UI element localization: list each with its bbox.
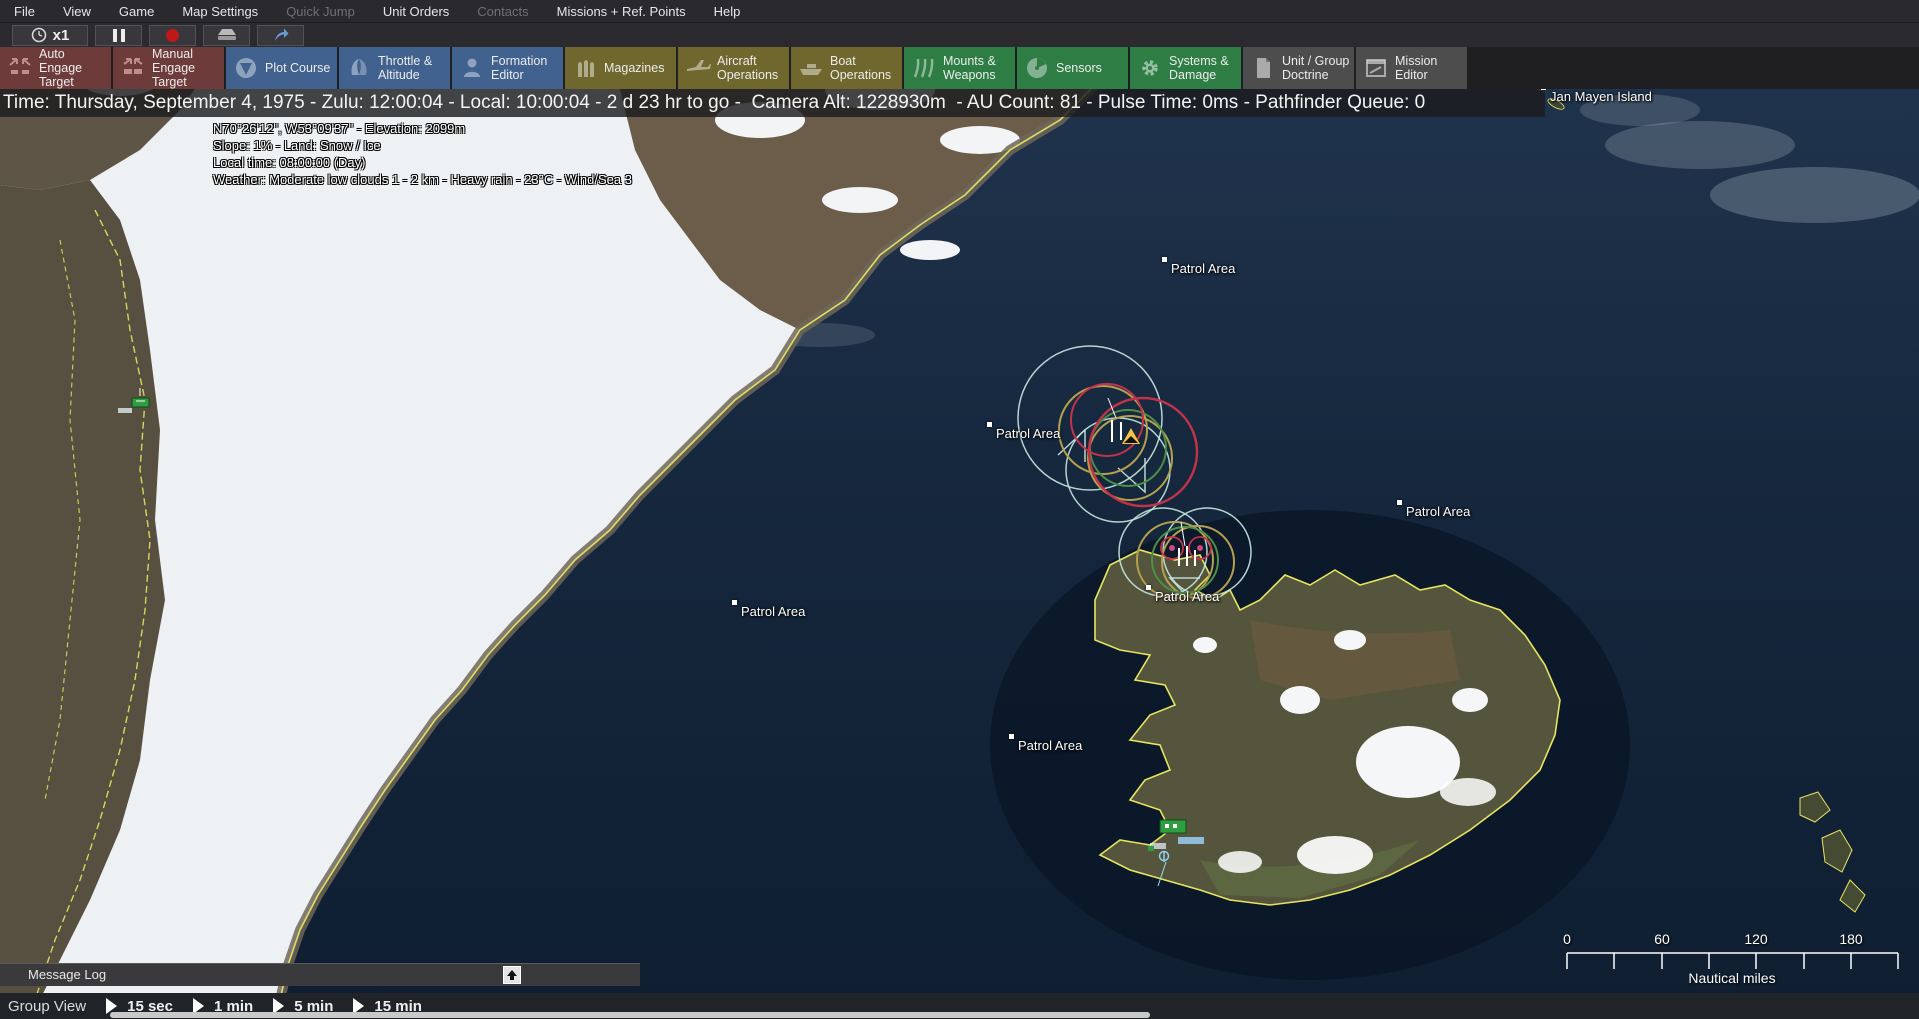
menu-map-settings[interactable]: Map Settings — [168, 0, 272, 23]
scale-tick-label-60: 60 — [1654, 931, 1670, 947]
button-label: Target — [39, 75, 111, 89]
map-label-patrol-area-2[interactable]: Patrol Area — [996, 426, 1060, 441]
button-label: Mounts & — [943, 54, 996, 68]
map-label-patrol-area-1[interactable]: Patrol Area — [1171, 261, 1235, 276]
button-label: Editor — [1395, 68, 1437, 82]
throttle-altitude-button[interactable]: Throttle &Altitude — [339, 47, 450, 89]
button-label: Doctrine — [1282, 68, 1349, 82]
sensors-icon — [1024, 55, 1050, 81]
pause-icon — [113, 29, 125, 42]
button-label: Unit / Group — [1282, 54, 1349, 68]
button-label: Throttle & — [378, 54, 432, 68]
speed-label: x1 — [53, 27, 70, 44]
expand-up-icon — [506, 969, 518, 981]
game-window: Jan Mayen Island Patrol Area Patrol Area… — [0, 0, 1919, 1019]
plot-course-button[interactable]: Plot Course — [226, 47, 337, 89]
mission-editor-icon — [1363, 55, 1389, 81]
button-label: Manual — [152, 47, 224, 61]
menu-contacts: Contacts — [463, 0, 542, 23]
jump-to-button[interactable] — [257, 25, 304, 46]
unit-group-doctrine-button[interactable]: Unit / GroupDoctrine — [1243, 47, 1354, 89]
record-icon — [166, 29, 179, 42]
button-label: Editor — [491, 68, 547, 82]
button-label: Sensors — [1056, 61, 1102, 75]
scale-tick-label-180: 180 — [1839, 931, 1862, 947]
button-label: Systems & — [1169, 54, 1229, 68]
cursor-weather: Weather: Moderate low clouds 1 - 2 km - … — [213, 171, 632, 188]
sensors-button[interactable]: Sensors — [1017, 47, 1128, 89]
button-label: Damage — [1169, 68, 1229, 82]
time-status-bar: Time: Thursday, September 4, 1975 - Zulu… — [0, 88, 1545, 117]
manual-engage-target-button[interactable]: ManualEngage Target — [113, 47, 224, 89]
boat-operations-button[interactable]: BoatOperations — [791, 47, 902, 89]
cursor-local-time: Local time: 08:00:00 (Day) — [213, 154, 632, 171]
cursor-coordinates: N70°26'12", W53°09'37" - Elevation: 2099… — [213, 120, 632, 137]
button-label: Auto Engage — [39, 47, 111, 75]
group-view-toggle[interactable]: Group View — [8, 998, 86, 1015]
ribbon-toolbar: Auto EngageTarget ManualEngage Target Pl… — [0, 47, 1919, 89]
pause-button[interactable] — [95, 25, 142, 46]
jump-arrow-icon — [273, 27, 289, 43]
map-label-patrol-area-5[interactable]: Patrol Area — [741, 604, 805, 619]
map-label-patrol-area-3[interactable]: Patrol Area — [1406, 504, 1470, 519]
menu-game[interactable]: Game — [105, 0, 168, 23]
cursor-terrain-info: N70°26'12", W53°09'37" - Elevation: 2099… — [213, 120, 632, 188]
plot-course-icon — [233, 55, 259, 81]
clock-icon — [31, 27, 47, 43]
auto-engage-target-button[interactable]: Auto EngageTarget — [0, 47, 111, 89]
button-label: Altitude — [378, 68, 432, 82]
map-label-patrol-area-4[interactable]: Patrol Area — [1155, 589, 1219, 604]
unit-doctrine-icon — [1250, 55, 1276, 81]
screenshot-button[interactable] — [203, 25, 250, 46]
horizontal-scrollbar[interactable] — [110, 1012, 1150, 1018]
formation-editor-icon — [459, 55, 485, 81]
scale-tick-label-120: 120 — [1744, 931, 1767, 947]
button-label: Aircraft — [717, 54, 778, 68]
button-label: Operations — [830, 68, 891, 82]
magazines-button[interactable]: Magazines — [565, 47, 676, 89]
map-label-patrol-area-6[interactable]: Patrol Area — [1018, 738, 1082, 753]
scale-tick-label-0: 0 — [1563, 931, 1571, 947]
mounts-weapons-button[interactable]: Mounts &Weapons — [904, 47, 1015, 89]
magazines-icon — [572, 55, 598, 81]
cursor-slope-land: Slope: 1% - Land: Snow / Ice — [213, 137, 632, 154]
message-log-bar: Message Log — [0, 963, 640, 986]
record-button[interactable] — [149, 25, 196, 46]
boat-operations-icon — [798, 55, 824, 81]
menu-missions-ref-points[interactable]: Missions + Ref. Points — [543, 0, 700, 23]
throttle-altitude-icon — [346, 55, 372, 81]
time-compression-button[interactable]: x1 — [12, 25, 88, 46]
auto-engage-icon — [7, 55, 33, 81]
scale-unit-label: Nautical miles — [1688, 970, 1775, 986]
button-label: Magazines — [604, 61, 664, 75]
aircraft-operations-icon — [685, 55, 711, 81]
button-label: Mission — [1395, 54, 1437, 68]
menu-view[interactable]: View — [49, 0, 105, 23]
button-label: Boat — [830, 54, 891, 68]
mounts-weapons-icon — [911, 55, 937, 81]
message-log-title: Message Log — [28, 967, 106, 982]
manual-engage-icon — [120, 55, 146, 81]
systems-damage-button[interactable]: Systems &Damage — [1130, 47, 1241, 89]
screenshot-icon — [217, 28, 237, 42]
time-toolbar: x1 — [0, 23, 1919, 47]
button-label: Operations — [717, 68, 778, 82]
formation-editor-button[interactable]: FormationEditor — [452, 47, 563, 89]
menu-help[interactable]: Help — [700, 0, 755, 23]
menu-file[interactable]: File — [0, 0, 49, 23]
map-scale-bar: 0 60 120 180 Nautical miles — [1556, 931, 1908, 991]
menu-unit-orders[interactable]: Unit Orders — [369, 0, 463, 23]
button-label: Engage Target — [152, 61, 224, 89]
menu-bar: File View Game Map Settings Quick Jump U… — [0, 0, 1919, 23]
menu-quick-jump: Quick Jump — [272, 0, 369, 23]
button-label: Weapons — [943, 68, 996, 82]
systems-damage-icon — [1137, 55, 1163, 81]
button-label: Formation — [491, 54, 547, 68]
mission-editor-button[interactable]: MissionEditor — [1356, 47, 1467, 89]
map-label-jan-mayen[interactable]: Jan Mayen Island — [1550, 89, 1652, 104]
message-log-expand-button[interactable] — [503, 966, 521, 984]
button-label: Plot Course — [265, 61, 330, 75]
aircraft-operations-button[interactable]: AircraftOperations — [678, 47, 789, 89]
